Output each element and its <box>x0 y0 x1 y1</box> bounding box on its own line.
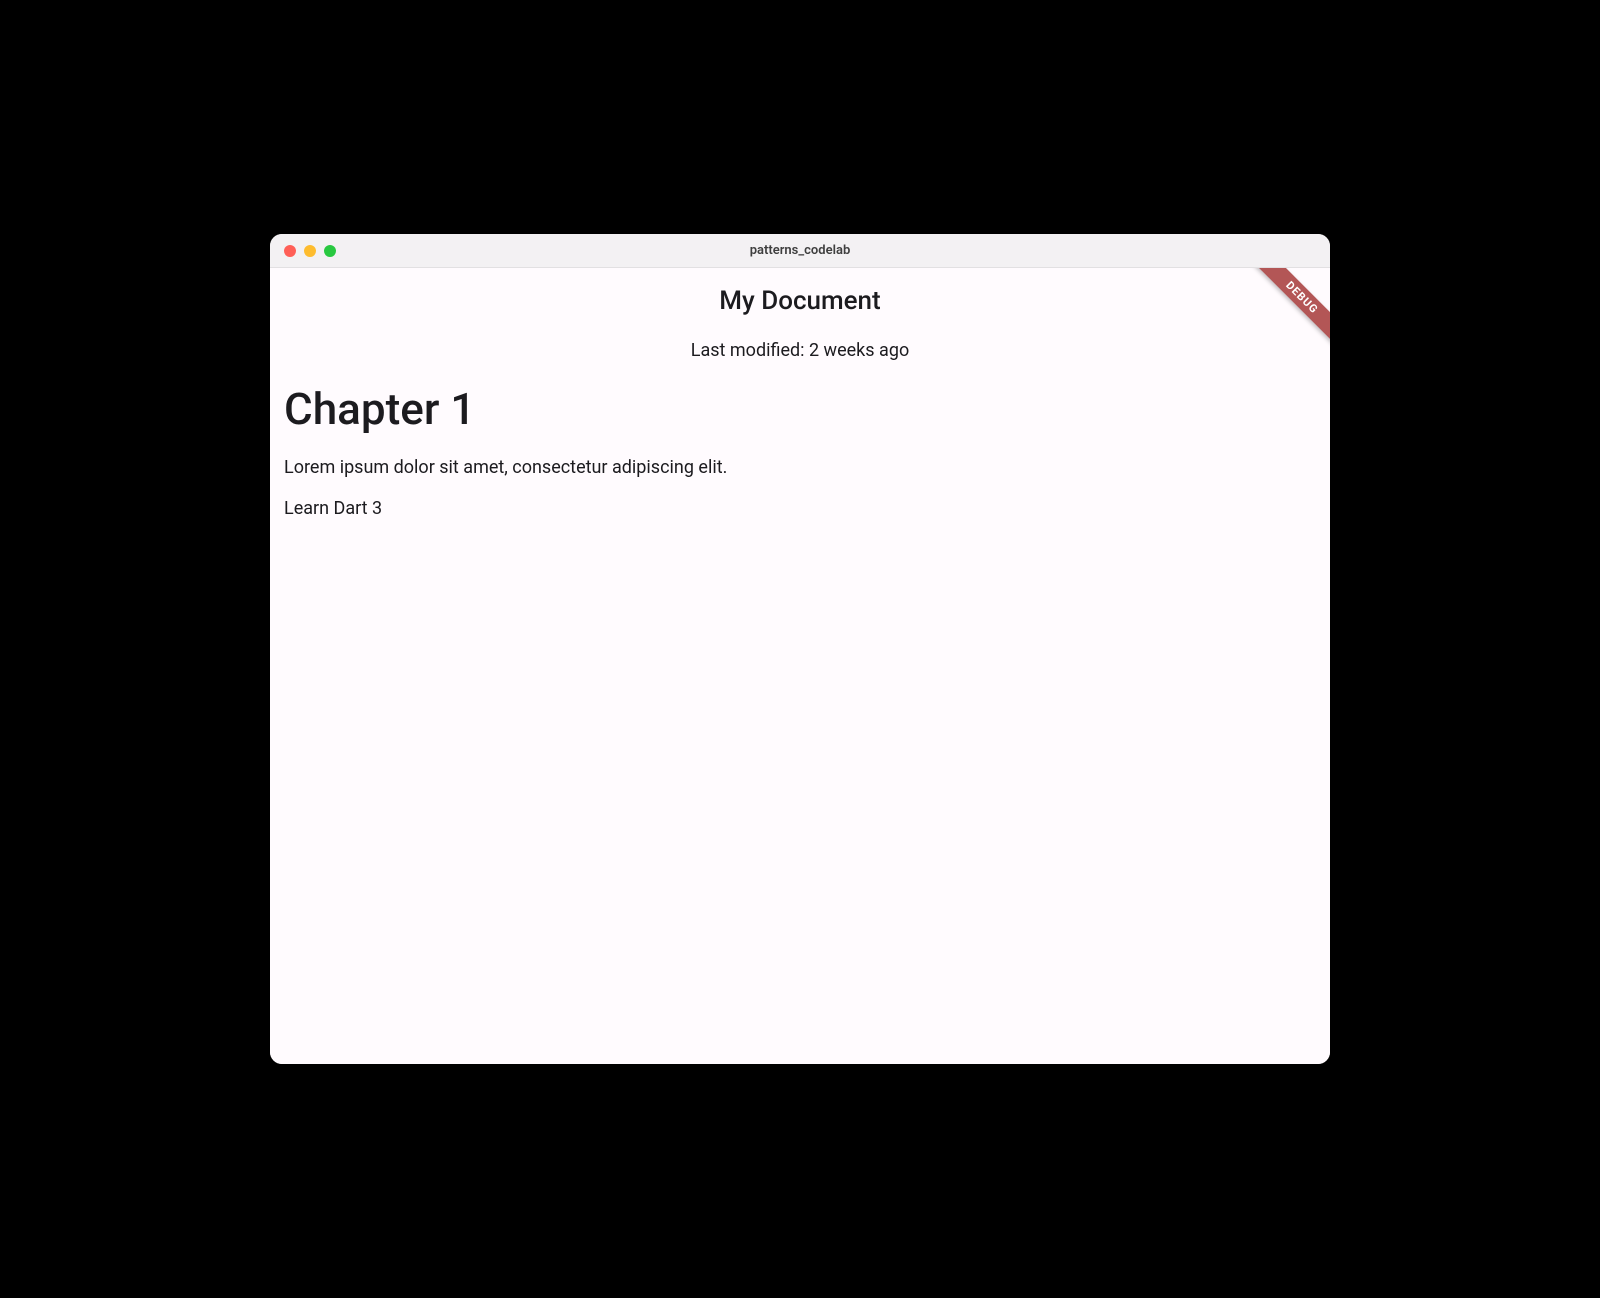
titlebar: patterns_codelab <box>270 234 1330 268</box>
maximize-icon[interactable] <box>324 245 336 257</box>
traffic-lights <box>284 245 336 257</box>
last-modified-label: Last modified: 2 weeks ago <box>284 340 1316 361</box>
chapter-heading: Chapter 1 <box>284 385 1316 433</box>
minimize-icon[interactable] <box>304 245 316 257</box>
document-title: My Document <box>284 286 1316 316</box>
body-paragraph: Lorem ipsum dolor sit amet, consectetur … <box>284 457 1316 478</box>
body-paragraph: Learn Dart 3 <box>284 498 1316 519</box>
app-body: DEBUG My Document Last modified: 2 weeks… <box>270 268 1330 1064</box>
document-content: My Document Last modified: 2 weeks ago C… <box>270 286 1330 519</box>
app-window: patterns_codelab DEBUG My Document Last … <box>270 234 1330 1064</box>
window-title: patterns_codelab <box>270 243 1330 258</box>
close-icon[interactable] <box>284 245 296 257</box>
